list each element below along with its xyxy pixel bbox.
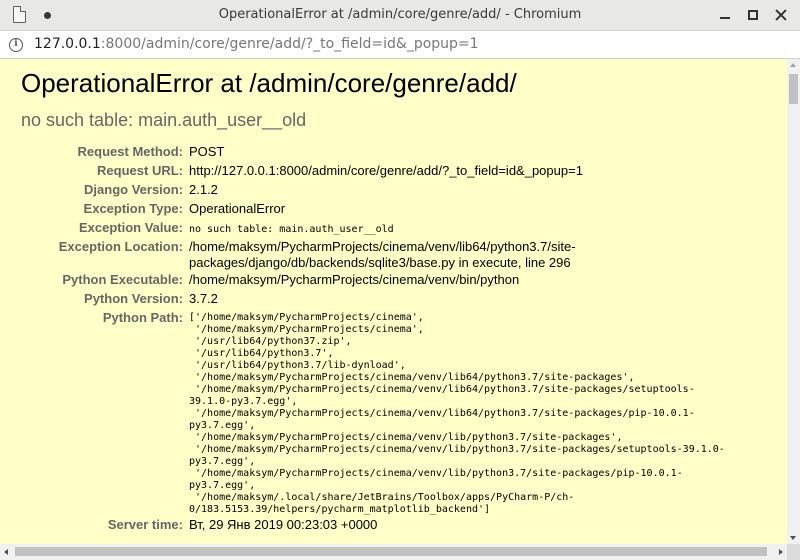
detail-value: 2.1.2 (189, 182, 218, 197)
detail-value: http://127.0.0.1:8000/admin/core/genre/a… (189, 163, 583, 178)
detail-row-python-executable: Python Executable: /home/maksym/PycharmP… (20, 271, 725, 290)
detail-label: Exception Type: (83, 201, 183, 216)
detail-label: Exception Location: (58, 239, 183, 254)
detail-label: Python Executable: (62, 272, 183, 287)
detail-label: Request Method: (77, 144, 183, 159)
python-path-value: ['/home/maksym/PycharmProjects/cinema', … (189, 312, 725, 515)
scroll-left-arrow-icon[interactable] (4, 549, 8, 555)
detail-value-cell: no such table: main.auth_user__old (189, 219, 725, 238)
detail-label: Exception Value: (78, 220, 183, 235)
detail-row-server-time: Server time: Вт, 29 Янв 2019 00:23:03 +0… (20, 516, 725, 535)
detail-value-line: packages/django/db/backends/sqlite3/base… (189, 255, 571, 270)
detail-value: /home/maksym/PycharmProjects/cinema/venv… (189, 272, 520, 287)
detail-row-python-path: Python Path: ['/home/maksym/PycharmProje… (20, 309, 725, 516)
detail-row-request-url: Request URL: http://127.0.0.1:8000/admin… (20, 162, 725, 181)
window-titlebar: OperationalError at /admin/core/genre/ad… (0, 0, 800, 31)
detail-value: 3.7.2 (189, 291, 218, 306)
minimize-icon[interactable] (718, 8, 732, 22)
maximize-icon[interactable] (746, 8, 760, 22)
horizontal-scrollbar[interactable] (0, 544, 787, 560)
detail-value-cell: /home/maksym/PycharmProjects/cinema/venv… (189, 238, 725, 271)
detail-label: Request URL: (97, 163, 183, 178)
detail-value-cell: ['/home/maksym/PycharmProjects/cinema', … (189, 309, 725, 516)
detail-row-request-method: Request Method: POST (20, 143, 725, 162)
detail-value: Вт, 29 Янв 2019 00:23:03 +0000 (189, 517, 378, 532)
scroll-up-arrow-icon[interactable] (790, 63, 796, 67)
detail-label: Python Version: (84, 291, 183, 306)
vertical-scroll-thumb[interactable] (789, 74, 798, 104)
request-details-table: Request Method: POST Request URL: http:/… (20, 143, 725, 535)
detail-value: OperationalError (189, 201, 286, 216)
address-bar[interactable]: i 127.0.0.1:8000/admin/core/genre/add/?_… (0, 31, 800, 59)
detail-label: Server time: (107, 517, 183, 532)
detail-row-django-version: Django Version: 2.1.2 (20, 181, 725, 200)
url-host: 127.0.0.1 (34, 36, 101, 52)
page-content: OperationalError at /admin/core/genre/ad… (0, 59, 787, 544)
scroll-down-arrow-icon[interactable] (790, 536, 796, 540)
detail-label: Django Version: (84, 182, 183, 197)
close-icon[interactable] (774, 8, 788, 22)
detail-value: POST (189, 144, 225, 159)
detail-value-line: /home/maksym/PycharmProjects/cinema/venv… (189, 239, 576, 254)
detail-row-exception-location: Exception Location: /home/maksym/Pycharm… (20, 238, 725, 271)
detail-row-exception-type: Exception Type: OperationalError (20, 200, 725, 219)
detail-row-python-version: Python Version: 3.7.2 (20, 290, 725, 309)
scroll-right-arrow-icon[interactable] (779, 549, 783, 555)
vertical-scrollbar[interactable] (787, 59, 800, 544)
error-heading: OperationalError at /admin/core/genre/ad… (21, 68, 517, 98)
detail-row-exception-value: Exception Value: no such table: main.aut… (20, 219, 725, 238)
window-title: OperationalError at /admin/core/genre/ad… (218, 7, 582, 22)
scrollbar-corner (787, 544, 800, 560)
error-message: no such table: main.auth_user__old (21, 110, 307, 130)
url-path: :8000/admin/core/genre/add/?_to_field=id… (100, 36, 479, 52)
url-field[interactable]: 127.0.0.1:8000/admin/core/genre/add/?_to… (34, 36, 479, 52)
detail-label: Python Path: (102, 310, 183, 325)
horizontal-scroll-thumb[interactable] (15, 547, 767, 556)
info-icon[interactable]: i (9, 38, 23, 52)
detail-value: no such table: main.auth_user__old (189, 224, 394, 235)
